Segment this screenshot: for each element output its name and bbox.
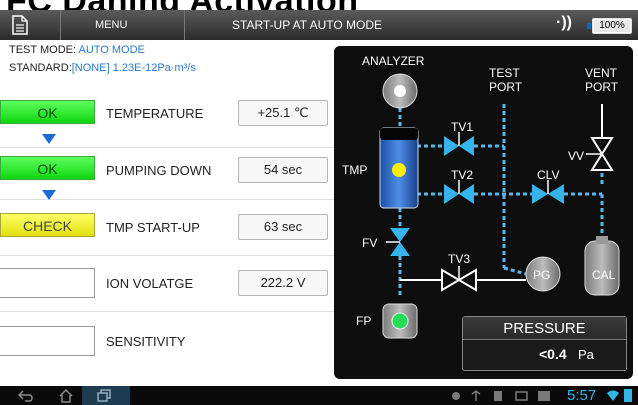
status-badge: OK	[0, 100, 95, 124]
analyzer-label: ANALYZER	[362, 54, 425, 68]
battery-icon: 100%	[592, 18, 632, 34]
status-badge	[0, 326, 95, 356]
fp-label: FP	[356, 314, 372, 328]
vv-valve-icon	[586, 137, 614, 171]
battery-tip	[587, 23, 591, 29]
test-mode: TEST MODE: AUTO MODE	[9, 44, 145, 56]
row-value: 54 sec	[238, 157, 328, 183]
tv1-label: TV1	[451, 120, 474, 134]
row-ion-voltage: ION VOLATGE 222.2 V	[0, 262, 334, 318]
standard: STANDARD:[NONE] 1.23E-12Pa·m³/s	[9, 62, 196, 74]
tmp-pump-icon	[379, 127, 419, 209]
clv-label: CLV	[537, 168, 560, 182]
notification-icons	[452, 390, 550, 401]
tv2-valve-icon	[444, 180, 474, 204]
row-value: 222.2 V	[238, 270, 328, 296]
pressure-value: <0.4	[539, 346, 567, 362]
wifi-icon: ·))	[556, 14, 572, 31]
standard-value: [NONE] 1.23E-12Pa·m³/s	[71, 62, 196, 74]
cal-label: CAL	[592, 268, 616, 282]
battery-status-icon	[624, 389, 632, 402]
status-badge: CHECK	[0, 213, 95, 237]
vv-label: VV	[568, 149, 585, 163]
test-port-label: TEST	[489, 66, 520, 80]
vent-port-label: VENT	[585, 66, 618, 80]
usb-icon	[452, 392, 460, 400]
standard-label: STANDARD:	[9, 62, 72, 74]
vent-port-label-2: PORT	[585, 80, 619, 94]
tv3-label: TV3	[448, 252, 471, 266]
pg-label: PG	[533, 268, 551, 282]
row-label: TMP START-UP	[106, 220, 200, 235]
screen-title: START-UP AT AUTO MODE	[232, 18, 383, 32]
top-bar: MENU START-UP AT AUTO MODE ·)) 100%	[0, 10, 638, 40]
row-tmp-startup: CHECK TMP START-UP 63 sec	[0, 206, 334, 262]
row-sensitivity: SENSITIVITY	[0, 318, 334, 374]
wifi-status-icon	[607, 390, 619, 401]
fv-label: FV	[362, 236, 378, 250]
tv3-valve-icon	[441, 266, 477, 292]
screen: FC Daning Activation MENU START-UP AT AU…	[0, 0, 638, 405]
tv1-valve-icon	[444, 132, 474, 156]
tmp-label: TMP	[342, 163, 368, 177]
step-arrow-icon	[42, 134, 56, 144]
test-port-label-2: PORT	[489, 80, 523, 94]
test-mode-label: TEST MODE:	[9, 44, 77, 56]
row-label: TEMPERATURE	[106, 106, 204, 121]
pressure-unit: Pa	[578, 347, 594, 362]
analyzer-icon	[382, 73, 418, 109]
pressure-title: PRESSURE	[463, 317, 626, 340]
row-label: SENSITIVITY	[106, 334, 186, 349]
status-badge	[0, 268, 95, 298]
row-value: 63 sec	[238, 214, 328, 240]
clv-valve-icon	[532, 180, 564, 204]
home-icon[interactable]	[58, 388, 74, 403]
pressure-readout: PRESSURE <0.4 Pa	[462, 316, 627, 371]
row-label: PUMPING DOWN	[106, 163, 212, 178]
system-nav-bar: 5:57	[0, 386, 638, 405]
tv2-label: TV2	[451, 168, 474, 182]
battery-level: 100%	[599, 20, 625, 31]
step-arrow-icon	[42, 190, 56, 200]
clock: 5:57	[567, 387, 597, 404]
row-value: +25.1 ℃	[238, 100, 328, 126]
menu-button[interactable]: MENU	[60, 10, 185, 40]
fv-valve-icon	[386, 228, 410, 256]
system-diagram: ANALYZER TEST PORT VENT PORT TV1 TV2 CLV…	[334, 46, 633, 379]
cal-leak-icon	[584, 236, 620, 296]
back-icon[interactable]	[18, 389, 34, 402]
test-mode-value: AUTO MODE	[78, 44, 145, 56]
status-badge: OK	[0, 156, 95, 180]
row-label: ION VOLATGE	[106, 276, 194, 291]
document-icon[interactable]	[12, 15, 28, 35]
fp-pump-icon	[382, 303, 418, 339]
recent-apps-icon[interactable]	[96, 388, 112, 403]
